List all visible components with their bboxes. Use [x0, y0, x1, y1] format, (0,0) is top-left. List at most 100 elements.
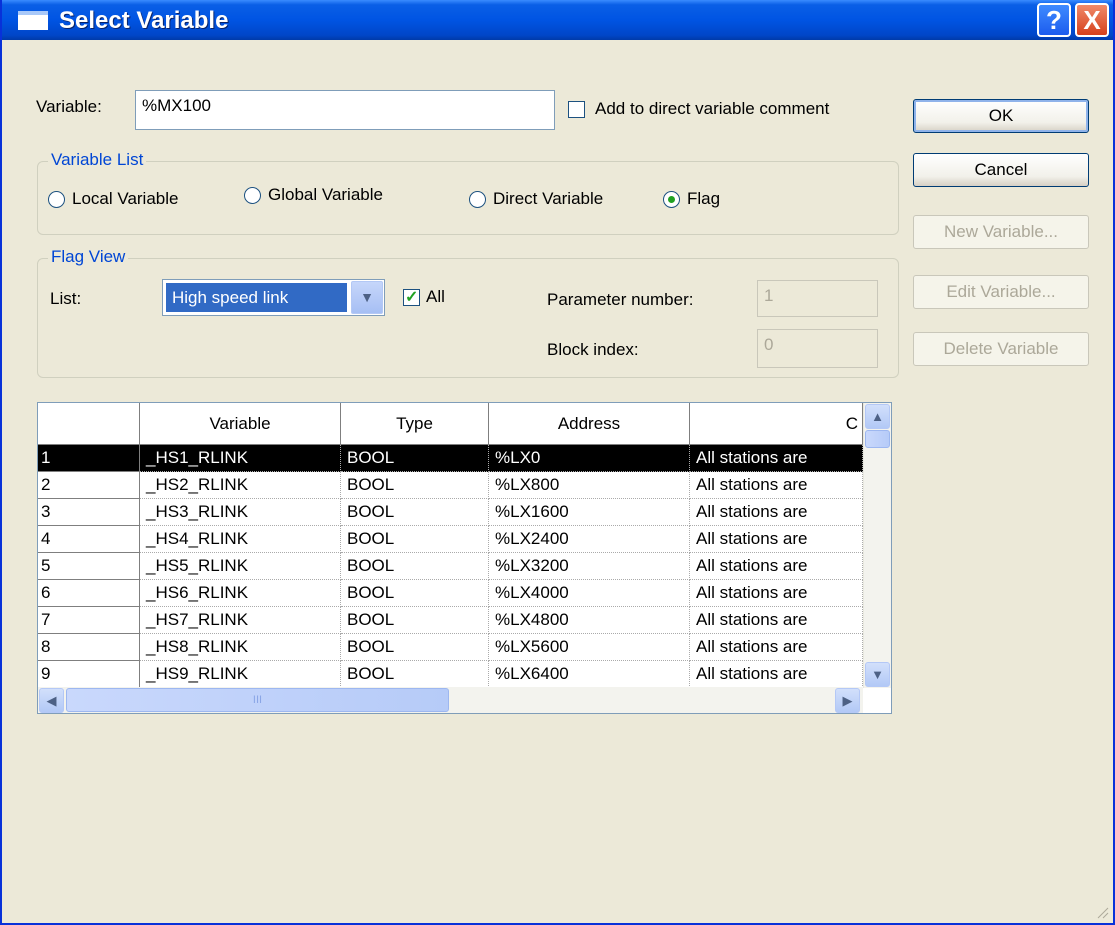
add-comment-checkbox[interactable]: [568, 101, 585, 118]
cell-variable: _HS7_RLINK: [140, 607, 341, 634]
radio-selected-dot: [668, 196, 675, 203]
add-comment-label[interactable]: Add to direct variable comment: [595, 99, 829, 119]
cell-num: 4: [38, 526, 140, 553]
table-row[interactable]: 4 _HS4_RLINK BOOL %LX2400 All stations are: [38, 526, 868, 553]
new-variable-button: New Variable...: [913, 215, 1089, 249]
up-arrow-icon[interactable]: ▲: [865, 404, 890, 429]
radio-local-variable[interactable]: [48, 191, 65, 208]
cell-type: BOOL: [341, 661, 489, 688]
cell-variable: _HS6_RLINK: [140, 580, 341, 607]
cell-comment: All stations are: [690, 526, 863, 553]
all-checkbox[interactable]: ✓: [403, 289, 420, 306]
header-address[interactable]: Address: [489, 403, 690, 445]
checkmark-icon: ✓: [405, 289, 419, 306]
parameter-number-label: Parameter number:: [547, 290, 694, 309]
horizontal-scroll-thumb[interactable]: III: [66, 688, 449, 712]
cell-comment: All stations are: [690, 607, 863, 634]
cell-address: %LX5600: [489, 634, 690, 661]
ok-button[interactable]: OK: [913, 99, 1089, 133]
header-comment[interactable]: C: [690, 403, 863, 445]
variable-list-title: Variable List: [48, 150, 147, 170]
cell-num: 2: [38, 472, 140, 499]
list-label: List:: [50, 289, 82, 308]
block-index-field: 0: [757, 329, 878, 368]
cell-variable: _HS8_RLINK: [140, 634, 341, 661]
cell-address: %LX4000: [489, 580, 690, 607]
edit-variable-button: Edit Variable...: [913, 275, 1089, 309]
radio-global-variable[interactable]: [244, 187, 261, 204]
cell-variable: _HS5_RLINK: [140, 553, 341, 580]
local-variable-label[interactable]: Local Variable: [72, 189, 178, 209]
header-rownum: [38, 403, 140, 445]
cell-type: BOOL: [341, 499, 489, 526]
cancel-button[interactable]: Cancel: [913, 153, 1089, 187]
down-arrow-icon[interactable]: ▼: [865, 662, 890, 687]
left-arrow-icon[interactable]: ◀: [39, 688, 64, 713]
cell-num: 6: [38, 580, 140, 607]
horizontal-scrollbar[interactable]: ◀ III ▶: [38, 687, 863, 713]
flag-view-title: Flag View: [48, 247, 129, 267]
vertical-scroll-thumb[interactable]: [865, 430, 890, 448]
vertical-scrollbar[interactable]: ▲ ▼: [863, 403, 891, 688]
cell-num: 1: [38, 445, 140, 472]
cell-num: 7: [38, 607, 140, 634]
cell-variable: _HS9_RLINK: [140, 661, 341, 688]
cell-address: %LX800: [489, 472, 690, 499]
cell-address: %LX0: [489, 445, 690, 472]
table-row[interactable]: 7 _HS7_RLINK BOOL %LX4800 All stations are: [38, 607, 868, 634]
cell-type: BOOL: [341, 580, 489, 607]
delete-variable-button: Delete Variable: [913, 332, 1089, 366]
cell-type: BOOL: [341, 445, 489, 472]
table-row[interactable]: 1 _HS1_RLINK BOOL %LX0 All stations are: [38, 445, 868, 472]
variable-table[interactable]: Variable Type Address C 1 _HS1_RLINK BOOL%…: [37, 402, 892, 714]
variable-label: Variable:: [36, 97, 102, 116]
cell-variable: _HS4_RLINK: [140, 526, 341, 553]
parameter-number-field: 1: [757, 280, 878, 317]
select-variable-dialog: Select Variable ? X Variable: %MX100 Add…: [0, 0, 1115, 925]
cell-type: BOOL: [341, 526, 489, 553]
variable-input[interactable]: %MX100: [135, 90, 555, 130]
all-label[interactable]: All: [426, 287, 445, 307]
cell-address: %LX2400: [489, 526, 690, 553]
flag-label[interactable]: Flag: [687, 189, 720, 209]
cell-num: 8: [38, 634, 140, 661]
list-combo[interactable]: High speed link ▼: [162, 279, 385, 316]
chevron-down-icon[interactable]: ▼: [351, 281, 383, 314]
window-icon: [18, 11, 48, 30]
close-button[interactable]: X: [1075, 3, 1109, 37]
window-title: Select Variable: [59, 7, 229, 34]
cell-address: %LX1600: [489, 499, 690, 526]
cell-type: BOOL: [341, 553, 489, 580]
header-type[interactable]: Type: [341, 403, 489, 445]
cell-variable: _HS3_RLINK: [140, 499, 341, 526]
table-row[interactable]: 9 _HS9_RLINK BOOL %LX6400 All stations are: [38, 661, 868, 688]
cell-type: BOOL: [341, 472, 489, 499]
table-row[interactable]: 8 _HS8_RLINK BOOL %LX5600 All stations are: [38, 634, 868, 661]
resize-grip-icon[interactable]: [1095, 905, 1109, 919]
table-row[interactable]: 5 _HS5_RLINK BOOL %LX3200 All stations are: [38, 553, 868, 580]
direct-variable-label[interactable]: Direct Variable: [493, 189, 603, 209]
help-button[interactable]: ?: [1037, 3, 1071, 37]
cell-address: %LX6400: [489, 661, 690, 688]
header-variable[interactable]: Variable: [140, 403, 341, 445]
global-variable-label[interactable]: Global Variable: [268, 185, 383, 205]
title-bar[interactable]: Select Variable ? X: [2, 0, 1113, 40]
cell-comment: All stations are: [690, 445, 863, 472]
cell-comment: All stations are: [690, 580, 863, 607]
table-row[interactable]: 2 _HS2_RLINK BOOL %LX800 All stations are: [38, 472, 868, 499]
cell-comment: All stations are: [690, 472, 863, 499]
right-arrow-icon[interactable]: ▶: [835, 688, 860, 713]
cell-num: 9: [38, 661, 140, 688]
cell-address: %LX4800: [489, 607, 690, 634]
list-combo-value: High speed link: [166, 283, 347, 312]
cell-num: 5: [38, 553, 140, 580]
cell-variable: _HS1_RLINK: [140, 445, 341, 472]
cell-address: %LX3200: [489, 553, 690, 580]
cell-num: 3: [38, 499, 140, 526]
table-row[interactable]: 6 _HS6_RLINK BOOL %LX4000 All stations are: [38, 580, 868, 607]
cell-type: BOOL: [341, 607, 489, 634]
cell-comment: All stations are: [690, 634, 863, 661]
table-row[interactable]: 3 _HS3_RLINK BOOL %LX1600 All stations are: [38, 499, 868, 526]
radio-flag[interactable]: [663, 191, 680, 208]
radio-direct-variable[interactable]: [469, 191, 486, 208]
